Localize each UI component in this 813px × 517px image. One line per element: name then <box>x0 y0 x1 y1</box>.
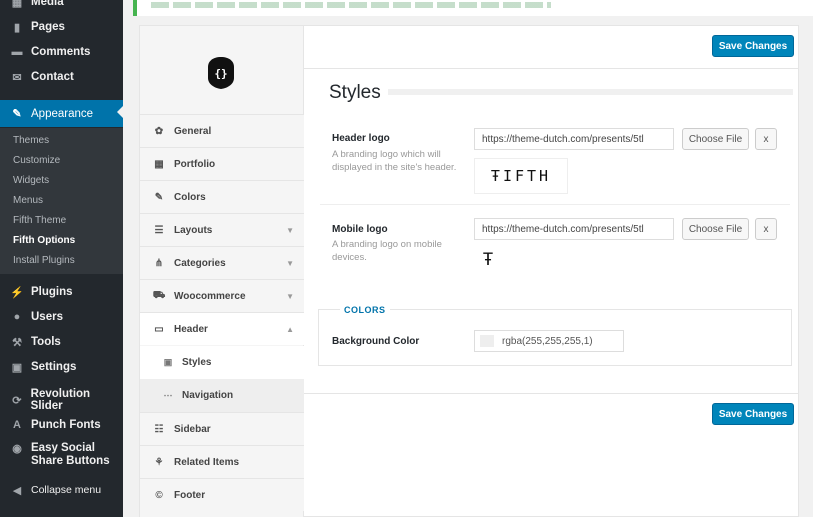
submenu-fifth-options[interactable]: Fifth Options <box>13 235 75 246</box>
background-color-label: Background Color <box>332 336 420 347</box>
menu-pages[interactable]: ▮ Pages <box>0 15 123 39</box>
header-logo-url-input[interactable]: https://theme-dutch.com/presents/5tl <box>474 128 674 150</box>
options-nav-styles[interactable]: ▣ Styles <box>140 346 304 379</box>
save-changes-button-bottom[interactable]: Save Changes <box>712 403 794 425</box>
submenu-fifth-theme[interactable]: Fifth Theme <box>13 215 66 226</box>
options-nav-portfolio[interactable]: ▦ Portfolio <box>140 147 304 180</box>
chevron-down-icon: ▼ <box>286 258 294 268</box>
color-swatch[interactable] <box>480 335 494 347</box>
collapse-icon: ◀ <box>12 484 22 497</box>
mobile-logo-url-input[interactable]: https://theme-dutch.com/presents/5tl <box>474 218 674 240</box>
collapse-menu-button[interactable]: ◀ Collapse menu <box>0 478 123 502</box>
theme-logo-icon: {} <box>208 57 234 89</box>
brush-icon: ✎ <box>12 108 22 120</box>
colors-section-title: COLORS <box>340 305 390 315</box>
refresh-icon: ⟳ <box>12 394 22 407</box>
title-divider <box>388 89 793 95</box>
palette-icon: ✿ <box>154 125 164 137</box>
notice-text-clipped <box>151 2 551 8</box>
pages-icon: ▮ <box>13 21 21 34</box>
content-bottom-divider <box>304 393 799 394</box>
plugin-icon: ⚡ <box>10 286 24 299</box>
settings-icon: ▣ <box>11 361 23 374</box>
menu-settings[interactable]: ▣ Settings <box>0 355 123 379</box>
menu-comments[interactable]: ▬ Comments <box>0 40 123 64</box>
header-logo-choose-file-button[interactable]: Choose File <box>682 128 749 150</box>
font-icon: A <box>13 419 21 431</box>
mobile-logo-choose-file-button[interactable]: Choose File <box>682 218 749 240</box>
menu-plugins[interactable]: ⚡ Plugins <box>0 280 123 304</box>
header-logo-description: A branding logo which will displayed in … <box>332 149 457 173</box>
align-icon: ☰ <box>154 224 164 236</box>
options-nav-related-items[interactable]: ⚘ Related Items <box>140 445 304 478</box>
share-icon: ◉ <box>12 443 22 455</box>
comments-icon: ▬ <box>11 46 23 58</box>
submenu-menus[interactable]: Menus <box>13 195 43 206</box>
chevron-down-icon: ▼ <box>286 225 294 235</box>
menu-contact[interactable]: ✉ Contact <box>0 65 123 89</box>
copyright-icon: © <box>155 489 163 501</box>
image-icon: ▣ <box>163 357 173 367</box>
submenu-themes[interactable]: Themes <box>13 135 49 146</box>
content-topbar: Save Changes <box>304 26 799 69</box>
options-nav-general[interactable]: ✿ General <box>140 114 304 147</box>
admin-notice <box>133 0 813 16</box>
menu-appearance[interactable]: ✎ Appearance <box>0 100 123 127</box>
field-divider <box>320 204 790 205</box>
related-icon: ⚘ <box>154 456 164 468</box>
background-color-picker[interactable]: rgba(255,255,255,1) <box>474 330 624 352</box>
options-nav-navigation[interactable]: ⋯ Navigation <box>140 379 304 412</box>
svg-text:{}: {} <box>214 67 227 80</box>
list-icon: ☷ <box>154 423 164 435</box>
options-nav-layouts[interactable]: ☰ Layouts ▼ <box>140 213 304 246</box>
menu-revolution-slider[interactable]: ⟳ Revolution Slider <box>0 388 123 412</box>
mobile-logo-label: Mobile logo <box>332 224 388 235</box>
brush-icon: ✎ <box>154 191 164 203</box>
submenu-install-plugins[interactable]: Install Plugins <box>13 255 75 266</box>
options-nav-colors[interactable]: ✎ Colors <box>140 180 304 213</box>
wrench-icon: ⚒ <box>12 336 22 349</box>
mobile-logo-description: A branding logo on mobile devices. <box>332 239 442 263</box>
users-icon: ● <box>13 311 21 323</box>
header-logo-label: Header logo <box>332 133 390 144</box>
save-changes-button-top[interactable]: Save Changes <box>712 35 794 57</box>
submenu-widgets[interactable]: Widgets <box>13 175 49 186</box>
cart-icon: ⛟ <box>152 289 166 301</box>
ellipsis-icon: ⋯ <box>163 390 173 400</box>
options-nav-sidebar[interactable]: ☷ Sidebar <box>140 412 304 445</box>
mobile-logo-remove-button[interactable]: x <box>755 218 777 240</box>
mobile-logo-preview: Ŧ <box>474 247 502 273</box>
background-color-value: rgba(255,255,255,1) <box>502 335 593 347</box>
header-logo-remove-button[interactable]: x <box>755 128 777 150</box>
sitemap-icon: ⋔ <box>154 257 164 269</box>
window-icon: ▭ <box>154 323 164 335</box>
theme-options-panel: {} ✿ General ▦ Portfolio ✎ Colors ☰ Layouts ▼… <box>139 25 799 517</box>
menu-easy-social-share[interactable]: ◉ Easy Social Share Buttons <box>0 438 123 472</box>
menu-punch-fonts[interactable]: A Punch Fonts <box>0 413 123 437</box>
mail-icon: ✉ <box>12 71 22 84</box>
options-nav-header[interactable]: ▭ Header ▲ <box>140 312 304 345</box>
header-logo-preview: ŦIFTH <box>474 158 568 194</box>
menu-users[interactable]: ● Users <box>0 305 123 329</box>
chevron-up-icon: ▲ <box>286 324 294 334</box>
options-sidebar: {} ✿ General ▦ Portfolio ✎ Colors ☰ Layouts ▼… <box>140 26 304 517</box>
options-nav-categories[interactable]: ⋔ Categories ▼ <box>140 246 304 279</box>
menu-media[interactable]: ▦ Media <box>0 0 123 14</box>
admin-sidebar: ▦ Media ▮ Pages ▬ Comments ✉ Contact ✎ Appear… <box>0 0 123 517</box>
chevron-down-icon: ▼ <box>286 291 294 301</box>
options-content: Save Changes Styles Header logo A brandi… <box>304 26 799 517</box>
appearance-submenu: Themes Customize Widgets Menus Fifth The… <box>0 128 123 274</box>
options-nav-woocommerce[interactable]: ⛟ Woocommerce ▼ <box>140 279 304 312</box>
section-title: Styles <box>329 82 381 103</box>
grid-icon: ▦ <box>154 158 164 170</box>
media-icon: ▦ <box>11 0 23 9</box>
menu-tools[interactable]: ⚒ Tools <box>0 330 123 354</box>
submenu-customize[interactable]: Customize <box>13 155 60 166</box>
options-nav-footer[interactable]: © Footer <box>140 478 304 511</box>
